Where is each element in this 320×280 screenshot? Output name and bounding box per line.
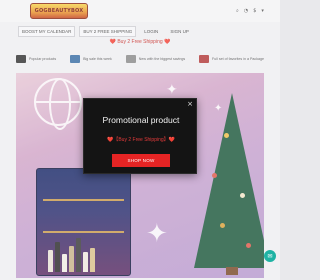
close-icon[interactable]: ×: [186, 100, 194, 108]
subtitle-prefix: ❤️【: [107, 137, 119, 143]
promo-modal: × Promotional product ❤️【Buy 2 Free Ship…: [83, 98, 197, 174]
subtitle-highlight: Buy 2 Free Shipping: [118, 137, 164, 143]
shop-now-button[interactable]: SHOP NOW: [112, 154, 170, 167]
modal-title: Promotional product: [102, 115, 180, 125]
subtitle-suffix: 】❤️: [163, 137, 175, 143]
chat-icon[interactable]: ✉: [264, 250, 276, 262]
modal-subtitle: ❤️【Buy 2 Free Shipping】❤️: [84, 136, 198, 143]
